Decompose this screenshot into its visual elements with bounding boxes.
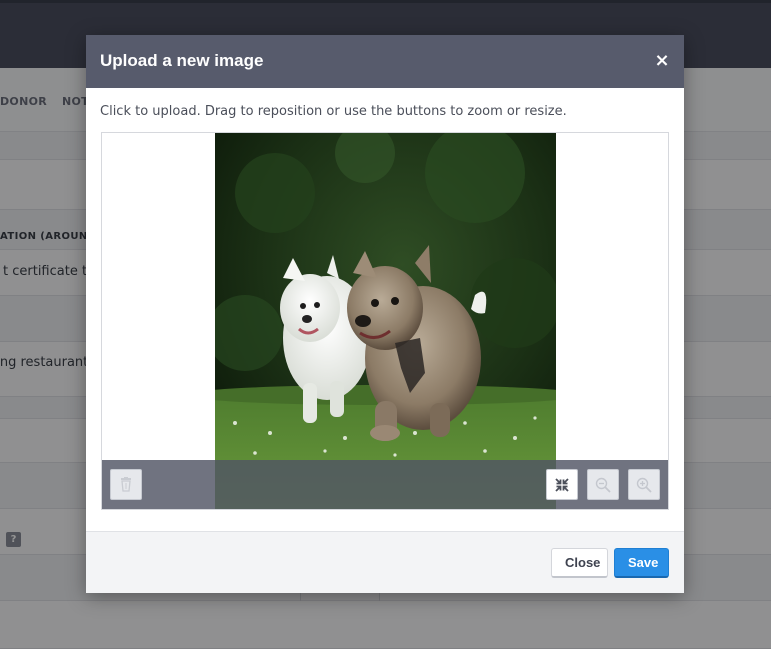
zoom-in-icon — [636, 477, 652, 493]
close-button[interactable]: Close — [551, 548, 608, 578]
uploaded-photo[interactable] — [215, 133, 556, 509]
delete-image-button[interactable] — [110, 469, 142, 500]
upload-image-modal: Upload a new image × Click to upload. Dr… — [86, 35, 684, 593]
zoom-out-icon — [595, 477, 611, 493]
shrink-arrows-icon — [555, 477, 569, 492]
modal-header: Upload a new image × — [86, 35, 684, 88]
close-icon[interactable]: × — [654, 52, 670, 70]
fit-image-button[interactable] — [546, 469, 578, 500]
trash-icon — [121, 477, 131, 492]
upload-instructions: Click to upload. Drag to reposition or u… — [100, 104, 567, 119]
zoom-out-button[interactable] — [587, 469, 619, 500]
modal-title: Upload a new image — [100, 51, 264, 70]
image-crop-area[interactable] — [101, 132, 669, 510]
modal-footer: Close Save — [86, 531, 684, 593]
image-toolbar — [102, 460, 668, 509]
zoom-in-button[interactable] — [628, 469, 660, 500]
save-button[interactable]: Save — [614, 548, 669, 578]
